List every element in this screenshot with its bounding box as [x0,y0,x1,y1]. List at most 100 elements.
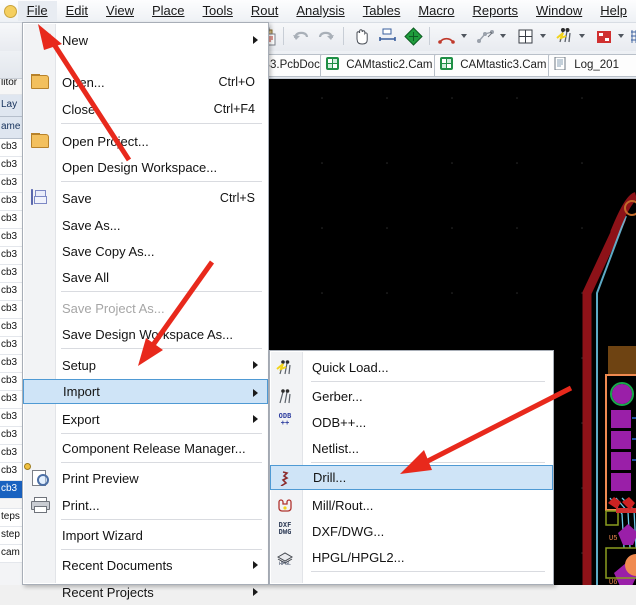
left-panel-row[interactable]: cb3 [0,355,22,373]
menu-item-close[interactable]: Close Ctrl+F4 [24,96,267,122]
menu-item-import-wizard[interactable]: Import Wizard [24,522,267,548]
menubar-item-place[interactable]: Place [143,1,194,21]
left-panel-row[interactable]: cb3 [0,175,22,193]
menubar-item-help[interactable]: Help [591,1,636,21]
document-tab-1[interactable]: CAMtastic2.Cam * [320,54,440,77]
pad-icon[interactable] [594,27,613,46]
left-panel-row[interactable]: cb3 [0,229,22,247]
menu-item-export[interactable]: Export [24,406,267,432]
left-panel-row[interactable]: cb3 [0,211,22,229]
submenu-item-quick-load[interactable]: Quick Load... [271,354,552,380]
menu-item-save-project-as: Save Project As... [24,295,267,321]
menu-item-open-project[interactable]: Open Project... [24,128,267,154]
polygon-dropdown-arrow[interactable] [540,34,546,38]
grid-icon[interactable] [629,27,636,46]
menubar-item-window[interactable]: Window [527,1,591,21]
left-panel-row[interactable] [0,499,22,509]
left-panel-row[interactable]: cb3 [0,463,22,481]
left-panel-row[interactable]: ame [0,117,22,139]
left-panel-row[interactable]: cb3 [0,265,22,283]
menubar-item-file[interactable]: File [18,1,57,21]
left-panel-row[interactable]: cb3 [0,319,22,337]
menubar-item-tables[interactable]: Tables [354,1,410,21]
left-panel-row[interactable]: cb3 [0,427,22,445]
redo-icon[interactable] [317,27,336,46]
document-tab-3[interactable]: Log_201 [548,54,636,77]
left-panel-row[interactable]: step [0,527,22,545]
submenu-item-odb[interactable]: ODB++ ODB++... [271,409,552,435]
drill-icon [276,470,294,486]
menu-item-print[interactable]: Print... [24,492,267,518]
left-panel-row-label: cb3 [1,483,17,494]
left-panel-row[interactable]: cb3 [0,301,22,319]
menu-item-open[interactable]: Open... Ctrl+O [24,69,267,95]
menu-label-save-design-workspace-as: Save Design Workspace As... [62,327,233,342]
arc-icon[interactable] [437,27,456,46]
menubar-item-rout[interactable]: Rout [242,1,287,21]
drill-dropdown-arrow[interactable] [579,34,585,38]
undo-icon[interactable] [291,27,310,46]
menu-item-setup[interactable]: Setup [24,352,267,378]
board-icon[interactable] [404,27,423,46]
menu-item-open-design-workspace[interactable]: Open Design Workspace... [24,154,267,180]
measure-icon[interactable] [378,27,397,46]
submenu-item-hpgl[interactable]: HPGL HPGL/HPGL2... [271,544,552,570]
left-panel-row[interactable]: cb3 [0,373,22,391]
left-panel-row[interactable]: cb3 [0,157,22,175]
submenu-item-clipped[interactable] [271,574,552,600]
drill-tool-icon[interactable] [555,27,574,46]
menubar-item-analysis[interactable]: Analysis [287,1,353,21]
chevron-right-icon [253,36,258,44]
menu-item-recent-documents[interactable]: Recent Documents [24,552,267,578]
document-tab-2[interactable]: CAMtastic3.Cam * [434,54,554,77]
menu-bar[interactable]: File Edit View Place Tools Rout Analysis… [0,0,636,23]
left-panel-row[interactable]: cb3 [0,283,22,301]
menu-item-print-preview[interactable]: Print Preview [24,465,267,491]
menubar-item-tools[interactable]: Tools [194,1,242,21]
submenu-item-drill[interactable]: Drill... [270,465,553,490]
menu-label-open-design-workspace: Open Design Workspace... [62,160,217,175]
submenu-item-dxf-dwg[interactable]: DXFDWG DXF/DWG... [271,518,552,544]
menu-item-recent-projects[interactable]: Recent Projects [24,579,267,605]
pad-dropdown-arrow[interactable] [618,34,624,38]
menu-label-recent-documents: Recent Documents [62,558,173,573]
left-panel-row[interactable]: cb3 [0,445,22,463]
log-doc-icon [554,57,567,70]
submenu-item-gerber[interactable]: Gerber... [271,383,552,409]
import-submenu[interactable]: Quick Load... Gerber... ODB++ ODB++... N… [269,350,554,585]
menu-item-component-release-manager[interactable]: Component Release Manager... [24,435,267,461]
netlist-dropdown-arrow[interactable] [500,34,506,38]
left-panel-row[interactable]: cb3 [0,409,22,427]
menubar-item-view[interactable]: View [97,1,143,21]
left-panel-row[interactable]: cb3 [0,481,22,499]
polygon-icon[interactable] [516,27,535,46]
submenu-item-netlist[interactable]: Netlist... [271,435,552,461]
menu-item-save-design-workspace-as[interactable]: Save Design Workspace As... [24,321,267,347]
pan-hand-icon[interactable] [352,27,371,46]
menubar-item-reports[interactable]: Reports [463,1,527,21]
menubar-item-edit[interactable]: Edit [57,1,97,21]
left-panel-row[interactable]: Lay [0,95,22,117]
gerber-icon [276,388,294,404]
arc-dropdown-arrow[interactable] [461,34,467,38]
left-docked-panel[interactable]: iclitorLayamecb3cb3cb3cb3cb3cb3cb3cb3cb3… [0,51,23,585]
menu-item-new[interactable]: New [24,27,267,53]
menu-item-import[interactable]: Import [23,379,268,404]
left-panel-row[interactable]: cam [0,545,22,563]
netlist-icon[interactable] [476,27,495,46]
menu-item-save-as[interactable]: Save As... [24,212,267,238]
left-panel-row[interactable]: cb3 [0,391,22,409]
menu-item-save-all[interactable]: Save All [24,264,267,290]
print-preview-icon [31,470,49,486]
left-panel-row[interactable]: cb3 [0,139,22,157]
menubar-item-macro[interactable]: Macro [409,1,463,21]
left-panel-row[interactable]: cb3 [0,193,22,211]
left-panel-row[interactable]: cb3 [0,247,22,265]
left-panel-row[interactable]: teps [0,509,22,527]
submenu-item-mill-rout[interactable]: Mill/Rout... [271,492,552,518]
chevron-right-icon [253,415,258,423]
left-panel-row[interactable]: cb3 [0,337,22,355]
menu-item-save-copy-as[interactable]: Save Copy As... [24,238,267,264]
menu-item-save[interactable]: Save Ctrl+S [24,185,267,211]
file-dropdown-menu[interactable]: New Open... Ctrl+O Close Ctrl+F4 Open Pr… [22,22,269,585]
